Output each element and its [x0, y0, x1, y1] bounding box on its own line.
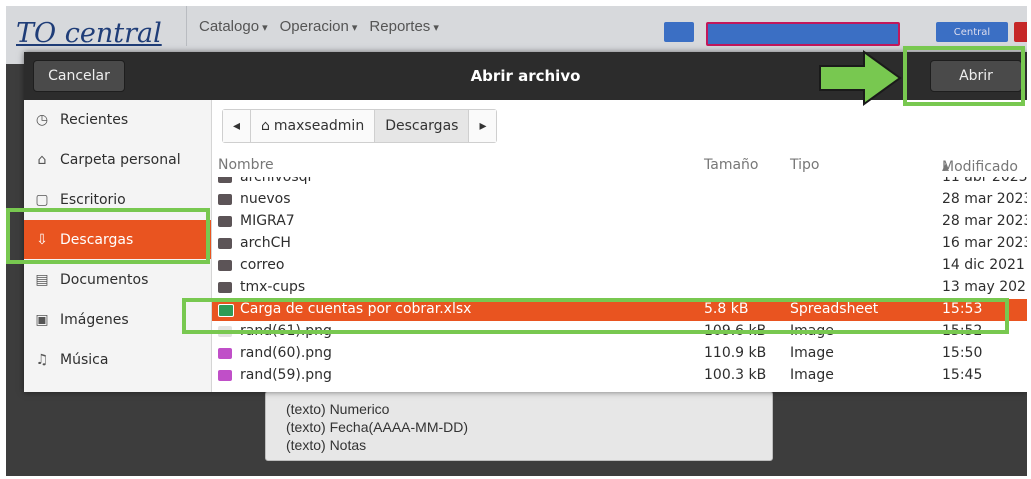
sidebar-item-label: Documentos: [60, 271, 149, 288]
path-segment-current[interactable]: Descargas: [375, 110, 470, 142]
path-segment-home[interactable]: ⌂ maxseadmin: [251, 110, 376, 142]
sidebar-item-recientes[interactable]: ◷ Recientes: [24, 100, 211, 139]
column-header: Nombre Tamaño Tipo Modificado ▴: [212, 155, 1027, 177]
column-name[interactable]: Nombre: [218, 157, 274, 173]
sidebar-item-label: Recientes: [60, 111, 129, 128]
file-row[interactable]: archCH 16 mar 2023: [212, 233, 1027, 255]
column-modified-label: Modificado: [942, 159, 1018, 175]
file-row[interactable]: correo 14 dic 2021: [212, 255, 1027, 277]
app-menu: Catalogo Operacion Reportes: [186, 6, 679, 46]
central-button[interactable]: Central: [936, 22, 1008, 42]
sidebar-item-label: Carpeta personal: [60, 151, 181, 168]
image-icon: ▣: [35, 311, 49, 328]
folder-icon: [218, 216, 232, 227]
file-list: archivosql 11 abr 2023 nuevos 28 mar 202…: [212, 177, 1027, 392]
file-name: rand(60).png: [240, 345, 332, 361]
music-icon: ♫: [35, 351, 49, 368]
file-name: nuevos: [240, 191, 291, 207]
toolbar-user-button[interactable]: [664, 22, 694, 42]
file-modified: 14 dic 2021: [942, 257, 1025, 273]
folder-icon: [218, 260, 232, 271]
file-row[interactable]: rand(60).png 110.9 kB Image 15:50: [212, 343, 1027, 365]
notes-textarea[interactable]: (texto) Numerico (texto) Fecha(AAAA-MM-D…: [265, 391, 773, 461]
column-type[interactable]: Tipo: [790, 157, 819, 173]
file-modified: 15:50: [942, 345, 983, 361]
menu-operacion[interactable]: Operacion: [280, 18, 358, 35]
file-size: 100.3 kB: [704, 367, 767, 383]
file-browser: ◂ ⌂ maxseadmin Descargas ▸ Nombre Tamaño …: [212, 100, 1027, 392]
path-back-button[interactable]: ◂: [223, 110, 252, 142]
toolbar-red-button[interactable]: [1014, 22, 1027, 42]
path-bar: ◂ ⌂ maxseadmin Descargas ▸: [222, 109, 498, 143]
file-row[interactable]: MIGRA7 28 mar 2023: [212, 211, 1027, 233]
file-name: tmx-cups: [240, 279, 306, 295]
file-size: 110.9 kB: [704, 345, 767, 361]
folder-icon: [218, 177, 232, 183]
sidebar-item-musica[interactable]: ♫ Música: [24, 340, 211, 379]
sidebar-item-label: Música: [60, 351, 109, 368]
home-icon: ⌂: [261, 118, 270, 134]
file-modified: 16 mar 2023: [942, 235, 1027, 251]
file-name: archCH: [240, 235, 291, 251]
file-name: correo: [240, 257, 285, 273]
highlight-selected-file: [182, 298, 1009, 334]
sidebar-item-label: Imágenes: [60, 311, 129, 328]
file-name: MIGRA7: [240, 213, 295, 229]
desktop-icon: ▢: [35, 191, 49, 208]
screenshot-frame: TO central Catalogo Operacion Reportes C…: [6, 6, 1027, 476]
clock-icon: ◷: [35, 111, 49, 128]
menu-catalogo[interactable]: Catalogo: [199, 18, 268, 35]
document-icon: ▤: [35, 271, 49, 288]
sidebar-item-carpeta-personal[interactable]: ⌂ Carpeta personal: [24, 140, 211, 179]
toolbar-icon-group[interactable]: [706, 22, 900, 46]
folder-icon: [218, 282, 232, 293]
file-row[interactable]: rand(59).png 100.3 kB Image 15:45: [212, 365, 1027, 387]
file-modified: 15:45: [942, 367, 983, 383]
file-row[interactable]: tmx-cups 13 may 2021: [212, 277, 1027, 299]
arrow-right-icon: [819, 50, 902, 106]
sidebar-item-label: Escritorio: [60, 191, 126, 208]
folder-icon: [218, 194, 232, 205]
app-logo: TO central: [16, 18, 162, 49]
image-file-icon: [218, 370, 232, 381]
file-name: rand(59).png: [240, 367, 332, 383]
notes-line: (texto) Fecha(AAAA-MM-DD): [286, 419, 469, 435]
path-segment-label: Descargas: [385, 118, 459, 134]
file-name: archivosql: [240, 177, 312, 185]
file-type: Image: [790, 345, 834, 361]
sort-ascending-icon: ▴: [942, 159, 950, 175]
sidebar-item-documentos[interactable]: ▤ Documentos: [24, 260, 211, 299]
highlight-descargas: [6, 208, 210, 264]
file-modified: 13 may 2021: [942, 279, 1027, 295]
notes-line: (texto) Numerico: [286, 401, 390, 417]
highlight-open-button: [903, 46, 1025, 106]
image-file-icon: [218, 348, 232, 359]
path-segment-label: maxseadmin: [273, 118, 365, 134]
file-row[interactable]: archivosql 11 abr 2023: [212, 177, 1027, 189]
central-label: Central: [953, 26, 991, 38]
home-icon: ⌂: [37, 151, 47, 168]
notes-line: (texto) Notas: [286, 437, 367, 453]
file-modified: 28 mar 2023: [942, 213, 1027, 229]
file-modified: 11 abr 2023: [942, 177, 1027, 185]
column-size[interactable]: Tamaño: [704, 157, 758, 173]
file-row[interactable]: nuevos 28 mar 2023: [212, 189, 1027, 211]
path-forward-button[interactable]: ▸: [469, 110, 497, 142]
menu-reportes[interactable]: Reportes: [369, 18, 438, 35]
folder-icon: [218, 238, 232, 249]
file-modified: 28 mar 2023: [942, 191, 1027, 207]
file-type: Image: [790, 367, 834, 383]
